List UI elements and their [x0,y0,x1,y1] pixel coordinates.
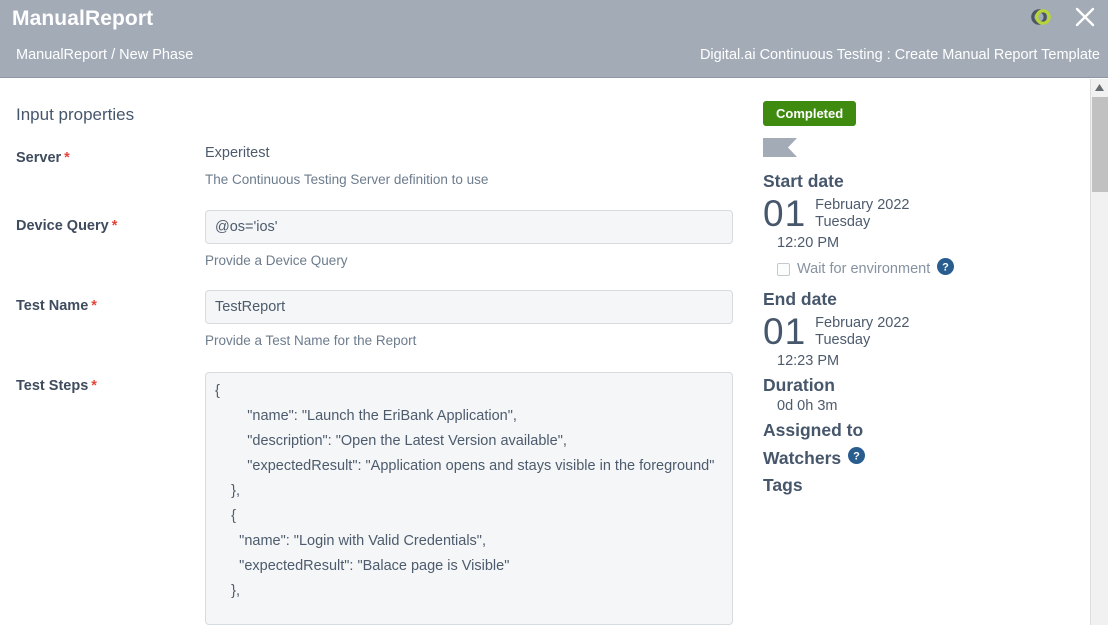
test-name-input[interactable] [205,290,733,324]
flag-icon [763,138,1083,162]
start-date-month-year: February 2022 [815,197,910,213]
svg-text:?: ? [853,450,860,462]
field-value-server: Experitest [205,145,270,161]
field-helper-test-name: Provide a Test Name for the Report [205,333,417,348]
header-title-row: ManualReport [0,0,1108,42]
digital-ai-logo-icon[interactable] [1030,6,1052,28]
main-content: Input properties Server * Experitest The … [0,79,1090,625]
breadcrumb[interactable]: ManualReport / New Phase [16,47,193,63]
phase-details-panel: Completed Start date 01 February 2022 Tu… [763,79,1083,496]
start-date-heading: Start date [763,171,844,191]
field-helper-device-query: Provide a Device Query [205,253,348,268]
scroll-thumb[interactable] [1092,97,1108,192]
wait-for-environment-label: Wait for environment [797,261,931,277]
end-date-heading: End date [763,289,837,309]
start-date-day: 01 [763,193,807,234]
scroll-up-arrow-icon[interactable] [1091,79,1108,96]
svg-text:?: ? [942,261,949,273]
window-header: ManualReport ManualReport / New Phase Di… [0,0,1108,78]
start-date-value: 01 February 2022 Tuesday [763,194,1083,234]
close-icon[interactable] [1072,4,1098,30]
start-time: 12:20 PM [777,235,840,251]
status-badge: Completed [763,101,857,126]
field-helper-server: The Continuous Testing Server definition… [205,172,489,187]
section-title: Input properties [16,105,135,124]
tags-heading: Tags [763,475,803,495]
field-label-test-name: Test Name * [16,298,97,314]
page-title: ManualReport [12,7,154,30]
field-label-test-steps: Test Steps * [16,378,97,394]
end-time: 12:23 PM [777,353,840,369]
header-actions [1030,4,1098,30]
end-date-value: 01 February 2022 Tuesday [763,312,1083,352]
help-circle-icon-wait-environment[interactable]: ? [937,258,955,280]
end-date-text: February 2022 Tuesday [815,315,909,349]
header-context-title: Digital.ai Continuous Testing : Create M… [699,47,1100,63]
vertical-scrollbar[interactable] [1090,79,1108,625]
field-label-device-query: Device Query * [16,218,118,234]
end-date-weekday: Tuesday [815,332,871,348]
help-circle-icon-watchers[interactable]: ? [848,447,866,469]
start-date-text: February 2022 Tuesday [815,197,909,231]
end-date-month-year: February 2022 [815,315,910,331]
start-date-weekday: Tuesday [815,214,871,230]
test-steps-textarea[interactable]: { "name": "Launch the EriBank Applicatio… [205,372,733,625]
field-label-server: Server * [16,150,70,166]
device-query-input[interactable] [205,210,733,244]
wait-for-environment-row: Wait for environment ? [777,258,1083,280]
assigned-to-heading: Assigned to [763,420,864,440]
duration-heading: Duration [763,375,835,395]
watchers-row: Watchers ? [763,447,1083,469]
duration-value: 0d 0h 3m [777,398,838,414]
watchers-heading: Watchers [763,447,842,468]
wait-for-environment-checkbox[interactable] [777,262,790,276]
end-date-day: 01 [763,311,807,352]
